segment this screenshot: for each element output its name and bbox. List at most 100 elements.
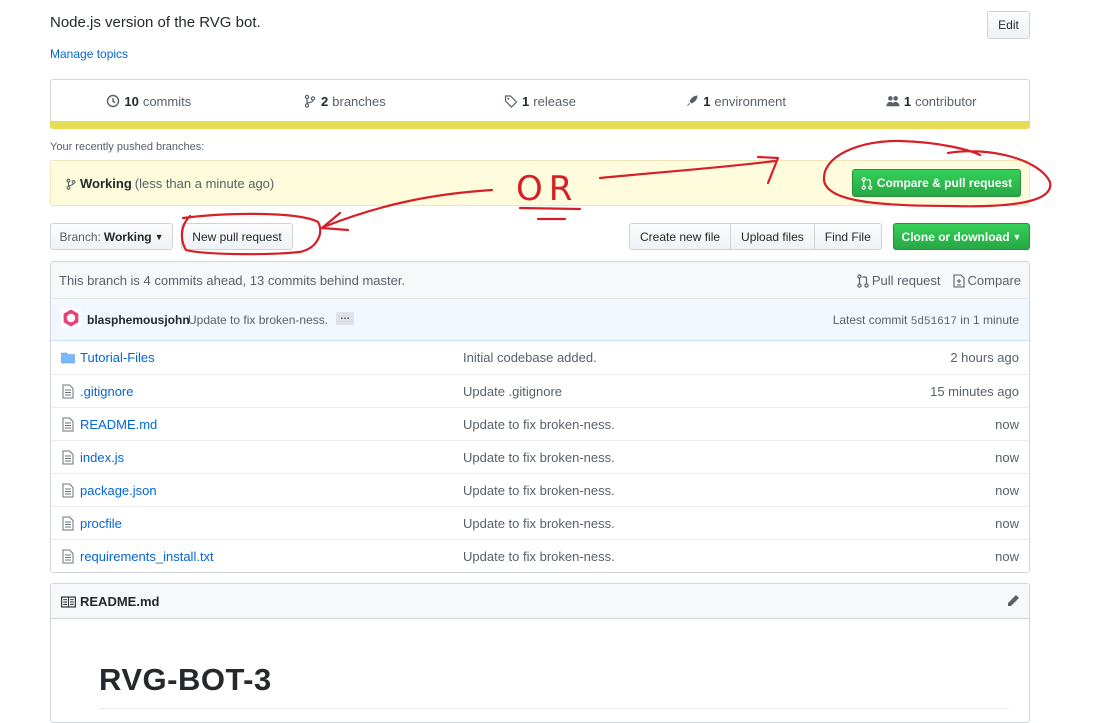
people-icon [886, 96, 900, 107]
file-commit-message[interactable]: Update to fix broken-ness. [463, 516, 615, 531]
upload-files-button[interactable]: Upload files [730, 223, 815, 250]
chevron-down-icon: ▼ [154, 231, 164, 242]
file-name-link[interactable]: requirements_install.txt [80, 549, 214, 564]
language-bar[interactable] [50, 121, 1030, 129]
recent-branch: Working (less than a minute ago) [65, 176, 274, 191]
file-name-link[interactable]: Tutorial-Files [80, 350, 155, 365]
file-icon [62, 516, 74, 531]
create-new-file-button[interactable]: Create new file [629, 223, 732, 250]
commits-label: commits [142, 93, 192, 109]
file-age: now [995, 483, 1019, 498]
tracker-pull-request-link[interactable]: Pull request [857, 273, 941, 288]
branch-select-menu[interactable]: Branch: Working ▼ [50, 223, 173, 250]
tracker-pull-request-label: Pull request [871, 273, 941, 288]
pull-request-icon [861, 176, 873, 190]
environments-label: environment [714, 93, 786, 109]
compare-pull-request-label: Compare & pull request [876, 176, 1013, 190]
heading-divider [99, 708, 1009, 709]
recent-branches-label: Your recently pushed branches: [50, 141, 205, 153]
branch-icon [304, 94, 316, 108]
file-icon [62, 450, 74, 465]
commit-expand-button[interactable]: … [336, 312, 354, 325]
file-commit-message[interactable]: Update to fix broken-ness. [463, 549, 615, 564]
branches-label: branches [332, 93, 386, 109]
environments-count: 1 [703, 93, 711, 109]
readme-heading: RVG-BOT-3 [99, 662, 272, 697]
tracker-compare-link[interactable]: Compare [952, 273, 1021, 288]
file-age: 15 minutes ago [930, 384, 1019, 399]
repo-description: Node.js version of the RVG bot. [50, 14, 261, 31]
file-row: index.js Update to fix broken-ness. now [51, 440, 1029, 473]
file-name-link[interactable]: README.md [80, 417, 157, 432]
file-icon [62, 384, 74, 399]
clone-label: Clone or download [901, 229, 1010, 244]
pencil-icon[interactable] [1005, 593, 1021, 609]
underline-1 [518, 206, 582, 211]
readme-title: README.md [80, 594, 160, 609]
recent-branch-name[interactable]: Working [80, 176, 132, 191]
find-file-button[interactable]: Find File [813, 223, 882, 250]
file-navigation-table: This branch is 4 commits ahead, 13 commi… [50, 261, 1030, 573]
file-age: now [995, 417, 1019, 432]
history-icon [107, 94, 120, 108]
file-icon [62, 483, 74, 498]
pull-request-icon [857, 273, 869, 288]
environments-link[interactable]: 1 environment [638, 94, 834, 109]
file-name-link[interactable]: procfile [80, 516, 122, 531]
branches-link[interactable]: 2 branches [247, 94, 443, 109]
commits-link[interactable]: 10 commits [51, 94, 247, 109]
file-name-link[interactable]: .gitignore [80, 384, 133, 399]
compare-pull-request-button[interactable]: Compare & pull request [852, 169, 1021, 197]
readme-panel: README.md RVG-BOT-3 [50, 583, 1030, 723]
branch-status-message: This branch is 4 commits ahead, 13 commi… [59, 273, 406, 288]
file-name-link[interactable]: package.json [80, 483, 157, 498]
releases-link[interactable]: 1 release [442, 94, 638, 109]
numbers-summary: 10 commits 2 branches 1 release 1 enviro… [50, 79, 1030, 122]
latest-commit-info: Latest commit 5d51617 in 1 minute [833, 313, 1019, 328]
releases-count: 1 [522, 93, 530, 109]
contributors-link[interactable]: 1 contributor [833, 94, 1029, 109]
rocket-icon [686, 95, 698, 107]
file-row: procfile Update to fix broken-ness. now [51, 506, 1029, 539]
contributors-count: 1 [903, 93, 912, 109]
commit-author[interactable]: blasphemousjohn [87, 313, 190, 327]
latest-commit-bar: blasphemousjohn Update to fix broken-nes… [51, 299, 1029, 341]
manage-topics-link[interactable]: Manage topics [50, 47, 128, 61]
readme-header: README.md [51, 584, 1029, 619]
folder-icon [61, 352, 75, 364]
arrowhead-left [320, 211, 350, 232]
file-commit-message[interactable]: Update to fix broken-ness. [463, 450, 615, 465]
file-age: 2 hours ago [950, 350, 1019, 365]
file-commit-message[interactable]: Initial codebase added. [463, 350, 597, 365]
file-row: Tutorial-Files Initial codebase added. 2 h… [51, 341, 1029, 374]
branch-name: Working [103, 229, 152, 244]
commit-message[interactable]: Update to fix broken-ness. [188, 313, 328, 327]
file-row: package.json Update to fix broken-ness. no… [51, 473, 1029, 506]
commit-time: in 1 minute [960, 313, 1019, 327]
file-commit-message[interactable]: Update .gitignore [463, 384, 562, 399]
file-row: README.md Update to fix broken-ness. now [51, 407, 1029, 440]
branch-icon [66, 178, 76, 190]
file-commit-message[interactable]: Update to fix broken-ness. [463, 483, 615, 498]
branch-prefix: Branch: [59, 229, 101, 244]
file-icon [62, 549, 74, 564]
file-commit-message[interactable]: Update to fix broken-ness. [463, 417, 615, 432]
file-icon [62, 417, 74, 432]
contributors-label: contributor [915, 93, 977, 109]
recent-branch-time: (less than a minute ago) [134, 176, 275, 191]
latest-commit-prefix: Latest commit [832, 313, 908, 327]
file-actions-group: Create new file Upload files Find File [629, 223, 882, 250]
book-icon [61, 595, 76, 608]
new-pull-request-button[interactable]: New pull request [181, 223, 293, 250]
file-diff-icon [952, 273, 965, 288]
file-row: requirements_install.txt Update to fix br… [51, 539, 1029, 572]
commit-sha[interactable]: 5d51617 [911, 316, 957, 328]
file-name-link[interactable]: index.js [80, 450, 124, 465]
clone-or-download-button[interactable]: Clone or download ▼ [893, 223, 1030, 250]
edit-button[interactable]: Edit [987, 11, 1030, 39]
file-age: now [995, 549, 1019, 564]
file-row: .gitignore Update .gitignore 15 minutes ag… [51, 374, 1029, 407]
commits-count: 10 [124, 93, 139, 109]
avatar[interactable] [61, 308, 81, 328]
branch-tracker: This branch is 4 commits ahead, 13 commi… [51, 262, 1029, 299]
